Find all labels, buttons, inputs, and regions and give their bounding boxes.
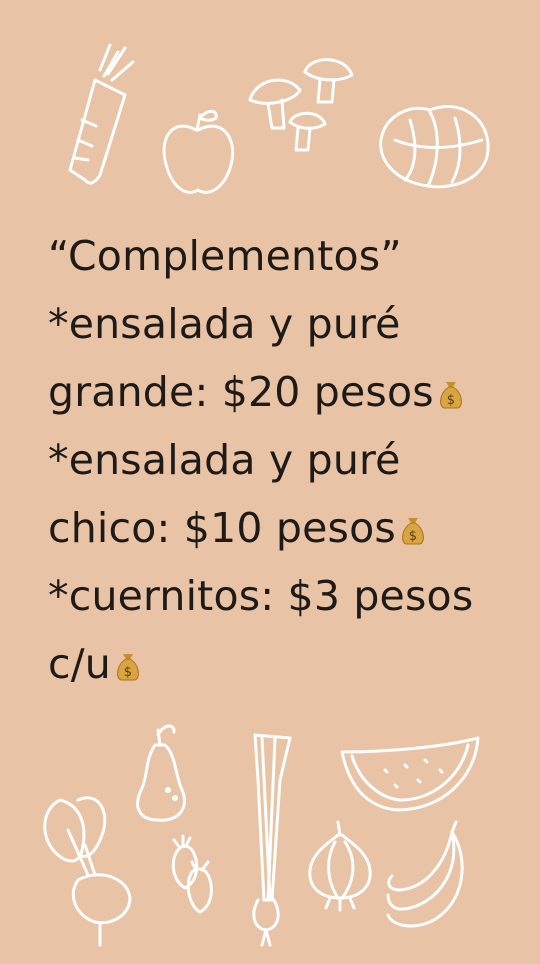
money-bag-icon: $ <box>398 512 428 546</box>
svg-text:$: $ <box>409 529 417 544</box>
mushrooms-icon <box>248 58 354 152</box>
menu-item-price: grande: $20 pesos <box>48 368 434 416</box>
pear-icon <box>136 724 186 822</box>
leek-icon <box>252 733 292 947</box>
menu-item-price: chico: $10 pesos <box>48 504 396 552</box>
svg-text:$: $ <box>124 665 132 680</box>
money-bag-icon: $ <box>436 376 466 410</box>
menu-line: *ensalada y puré <box>48 290 538 358</box>
complementos-menu: “Complementos” *ensalada y puré grande: … <box>48 222 538 698</box>
beet-icon <box>43 796 132 947</box>
menu-line: grande: $20 pesos $ <box>48 358 538 426</box>
svg-text:$: $ <box>447 393 455 408</box>
menu-item-price: *cuernitos: $3 pesos <box>48 572 474 620</box>
menu-line: *cuernitos: $3 pesos <box>48 562 538 630</box>
menu-title: “Complementos” <box>48 232 402 280</box>
menu-item-text: *ensalada y puré <box>48 436 401 484</box>
cabbage-icon <box>379 105 490 189</box>
carrot-icon <box>68 43 135 185</box>
strawberries-icon <box>171 834 213 914</box>
menu-item-unit: c/u <box>48 640 111 688</box>
menu-item-text: *ensalada y puré <box>48 300 401 348</box>
menu-line: chico: $10 pesos $ <box>48 494 538 562</box>
onion-icon <box>308 820 372 912</box>
bananas-icon <box>386 820 464 928</box>
apple-icon <box>162 109 235 194</box>
watermelon-icon <box>340 736 480 812</box>
menu-line: c/u $ <box>48 630 538 698</box>
menu-line: *ensalada y puré <box>48 426 538 494</box>
money-bag-icon: $ <box>113 648 143 682</box>
